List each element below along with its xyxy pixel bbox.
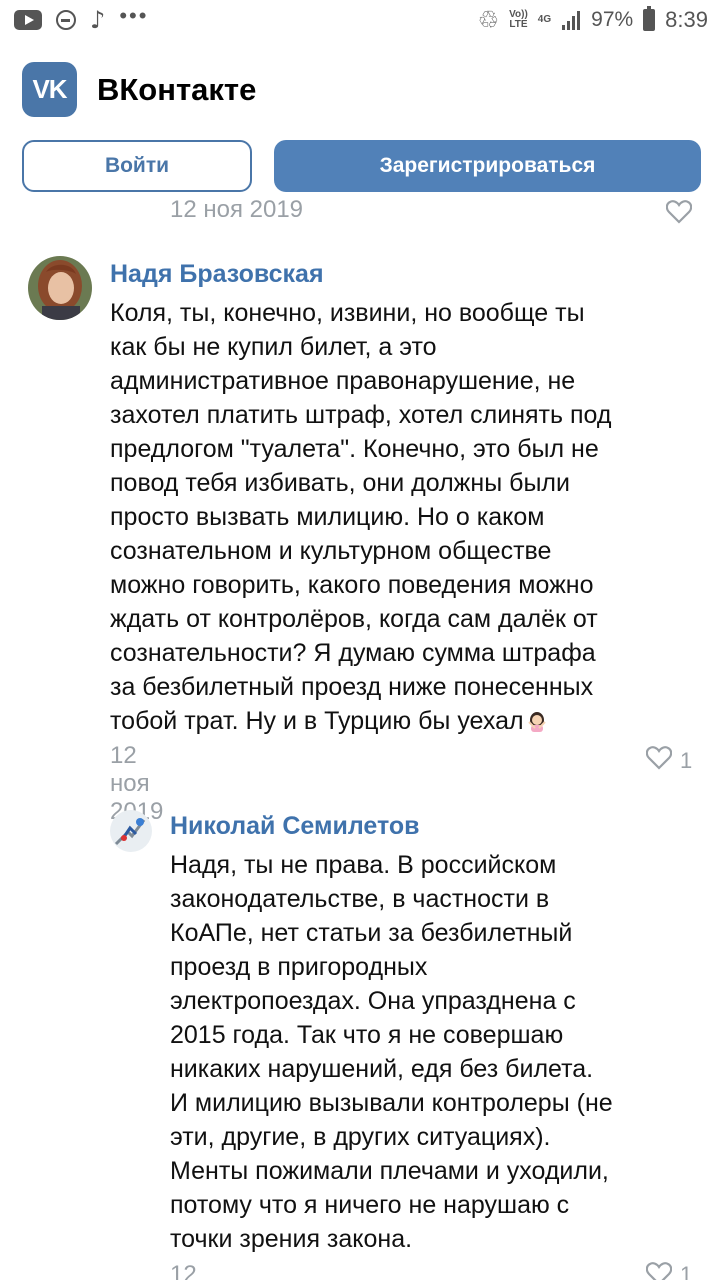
more-icon: ••• (119, 3, 149, 28)
signal-icon (561, 10, 581, 30)
app-header: VK ВКонтакте (22, 62, 256, 117)
comment-text: Коля, ты, конечно, извини, но вообще ты … (110, 296, 700, 738)
heart-icon (646, 1262, 673, 1280)
battery-percent: 97% (591, 8, 634, 31)
avatar[interactable] (110, 810, 152, 852)
volte-label: Vo)) LTE (509, 9, 528, 30)
do-not-disturb-icon (56, 10, 76, 30)
app-title: ВКонтакте (97, 71, 257, 107)
comment-author[interactable]: Николай Семилетов (170, 812, 420, 841)
previous-comment-date: 12 ноя 2019 (170, 200, 304, 223)
tiktok-icon: ♪ (90, 6, 106, 34)
like-count: 1 (680, 1262, 693, 1280)
avatar[interactable] (28, 256, 92, 320)
status-right-icons: ♲ Vo)) LTE 4G 97% 8:39 (478, 6, 708, 34)
like-button[interactable]: 1 (645, 746, 693, 775)
comment-author[interactable]: Надя Бразовская (110, 260, 324, 289)
heart-icon[interactable] (666, 200, 692, 224)
recycle-icon: ♲ (477, 6, 500, 34)
status-left-icons: ♪ ••• (14, 3, 162, 34)
clock: 8:39 (665, 7, 708, 32)
battery-icon (643, 6, 656, 31)
like-count: 1 (680, 747, 693, 773)
vk-logo-icon[interactable]: VK (22, 62, 77, 117)
woman-gesturing-no-emoji-icon (526, 707, 548, 732)
status-bar: ♪ ••• ♲ Vo)) LTE 4G 97% 8:39 (0, 0, 720, 42)
comment-date: 12 ноя 2019 (170, 1262, 197, 1280)
network-type-label: 4G (537, 14, 552, 25)
comment-text-body: Коля, ты, конечно, извини, но вообще ты … (110, 299, 612, 735)
youtube-icon (14, 10, 42, 30)
heart-icon (645, 746, 673, 775)
login-button[interactable]: Войти (22, 140, 252, 192)
register-button[interactable]: Зарегистрироваться (274, 140, 701, 192)
comment-text: Надя, ты не права. В российском законода… (170, 851, 613, 1253)
like-button[interactable]: 1 (646, 1262, 692, 1280)
